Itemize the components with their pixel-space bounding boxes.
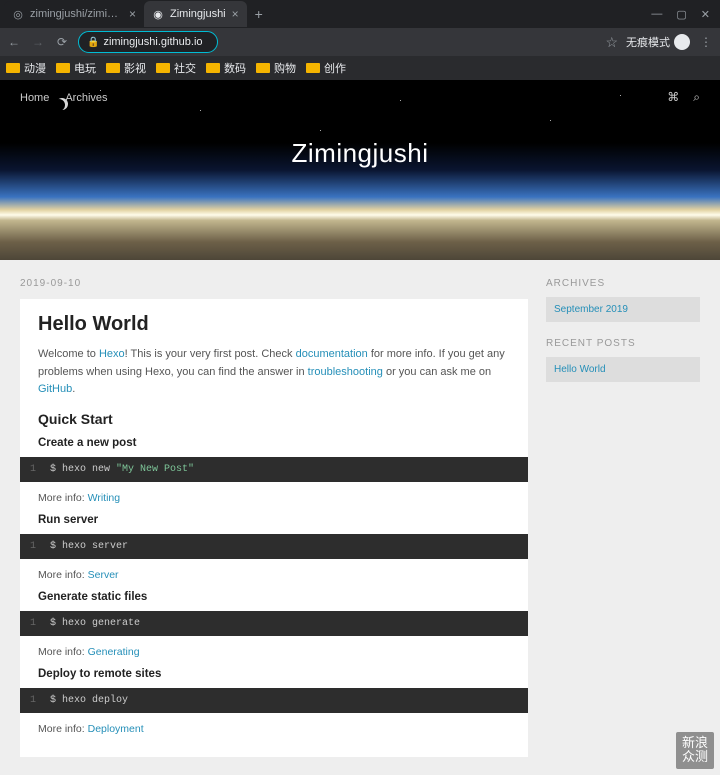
search-icon[interactable]: ⌕	[693, 90, 700, 105]
bookmark-item[interactable]: 电玩	[56, 60, 96, 76]
incognito-label: 无痕模式	[626, 34, 670, 50]
close-icon[interactable]: ×	[232, 7, 239, 21]
forward-icon[interactable]: →	[30, 34, 46, 50]
post-card: Hello World Welcome to Hexo! This is you…	[20, 299, 528, 757]
code-block: 1$ hexo server	[20, 534, 528, 559]
bookmark-star-icon[interactable]: ☆	[605, 34, 618, 51]
hero-stars	[0, 80, 720, 260]
watermark: 新浪 众测	[676, 732, 714, 769]
link-writing[interactable]: Writing	[88, 492, 120, 504]
back-icon[interactable]: ←	[6, 34, 22, 50]
link-hexo[interactable]: Hexo	[99, 348, 125, 360]
recent-posts-heading: RECENT POSTS	[546, 338, 700, 349]
quick-start-heading: Quick Start	[38, 411, 510, 427]
bookmarks-bar: 动漫 电玩 影视 社交 数码 购物 创作	[0, 56, 720, 80]
browser-tab-0[interactable]: ◎ zimingjushi/zimingjushi.github.i ×	[4, 1, 144, 27]
more-info: More info: Deployment	[38, 723, 510, 735]
folder-icon	[106, 63, 120, 73]
folder-icon	[6, 63, 20, 73]
bookmark-item[interactable]: 创作	[306, 60, 346, 76]
bookmark-item[interactable]: 购物	[256, 60, 296, 76]
recent-post-link[interactable]: Hello World	[546, 357, 700, 382]
page-content: Home Archives ⌘ ⌕ Zimingjushi 2019-09-10…	[0, 80, 720, 775]
incognito-icon	[674, 34, 690, 50]
rss-icon[interactable]: ⌘	[667, 90, 679, 105]
link-generating[interactable]: Generating	[88, 646, 140, 658]
maximize-icon[interactable]: ▢	[676, 8, 686, 21]
link-server[interactable]: Server	[88, 569, 119, 581]
link-deployment[interactable]: Deployment	[88, 723, 144, 735]
post-title: Hello World	[38, 313, 510, 336]
content-area: 2019-09-10 Hello World Welcome to Hexo! …	[0, 260, 720, 775]
tab-strip: ◎ zimingjushi/zimingjushi.github.i × ◉ Z…	[0, 0, 720, 28]
reload-icon[interactable]: ⟳	[54, 34, 70, 50]
link-github[interactable]: GitHub	[38, 383, 72, 395]
browser-chrome: ◎ zimingjushi/zimingjushi.github.i × ◉ Z…	[0, 0, 720, 80]
bookmark-item[interactable]: 社交	[156, 60, 196, 76]
code-block: 1$ hexo generate	[20, 611, 528, 636]
folder-icon	[306, 63, 320, 73]
lock-icon: 🔒	[87, 37, 99, 48]
more-info: More info: Writing	[38, 492, 510, 504]
more-info: More info: Generating	[38, 646, 510, 658]
browser-tab-1[interactable]: ◉ Zimingjushi ×	[144, 1, 247, 27]
folder-icon	[56, 63, 70, 73]
link-troubleshooting[interactable]: troubleshooting	[308, 366, 383, 378]
section-heading: Create a new post	[38, 437, 510, 449]
folder-icon	[206, 63, 220, 73]
menu-icon[interactable]: ⋮	[698, 34, 714, 50]
tab-favicon: ◎	[12, 8, 24, 20]
section-heading: Run server	[38, 514, 510, 526]
more-info: More info: Server	[38, 569, 510, 581]
close-icon[interactable]: ×	[129, 7, 136, 21]
incognito-badge: 无痕模式	[626, 34, 690, 50]
tab-favicon: ◉	[152, 8, 164, 20]
bookmark-item[interactable]: 影视	[106, 60, 146, 76]
hero-banner: Home Archives ⌘ ⌕ Zimingjushi	[0, 80, 720, 260]
archives-heading: ARCHIVES	[546, 278, 700, 289]
post-date: 2019-09-10	[20, 278, 528, 289]
address-bar[interactable]: 🔒 zimingjushi.github.io	[78, 31, 218, 53]
nav-home[interactable]: Home	[20, 92, 49, 104]
code-block: 1$ hexo new "My New Post"	[20, 457, 528, 482]
new-tab-button[interactable]: +	[247, 6, 271, 22]
code-block: 1$ hexo deploy	[20, 688, 528, 713]
tab-label: Zimingjushi	[170, 8, 226, 20]
folder-icon	[256, 63, 270, 73]
section-heading: Deploy to remote sites	[38, 668, 510, 680]
nav-archives[interactable]: Archives	[65, 92, 107, 104]
toolbar: ← → ⟳ 🔒 zimingjushi.github.io ☆ 无痕模式 ⋮	[0, 28, 720, 56]
minimize-icon[interactable]: —	[651, 8, 662, 21]
folder-icon	[156, 63, 170, 73]
main-column: 2019-09-10 Hello World Welcome to Hexo! …	[20, 278, 528, 757]
archive-link[interactable]: September 2019	[546, 297, 700, 322]
window-controls: — ▢ ✕	[651, 8, 720, 21]
site-nav: Home Archives ⌘ ⌕	[20, 90, 700, 105]
tab-label: zimingjushi/zimingjushi.github.i	[30, 8, 123, 20]
section-heading: Generate static files	[38, 591, 510, 603]
sidebar: ARCHIVES September 2019 RECENT POSTS Hel…	[546, 278, 700, 757]
bookmark-item[interactable]: 数码	[206, 60, 246, 76]
post-intro: Welcome to Hexo! This is your very first…	[38, 346, 510, 399]
bookmark-item[interactable]: 动漫	[6, 60, 46, 76]
url-text: zimingjushi.github.io	[103, 36, 202, 48]
close-window-icon[interactable]: ✕	[701, 8, 710, 21]
site-title: Zimingjushi	[0, 138, 720, 169]
link-documentation[interactable]: documentation	[296, 348, 368, 360]
